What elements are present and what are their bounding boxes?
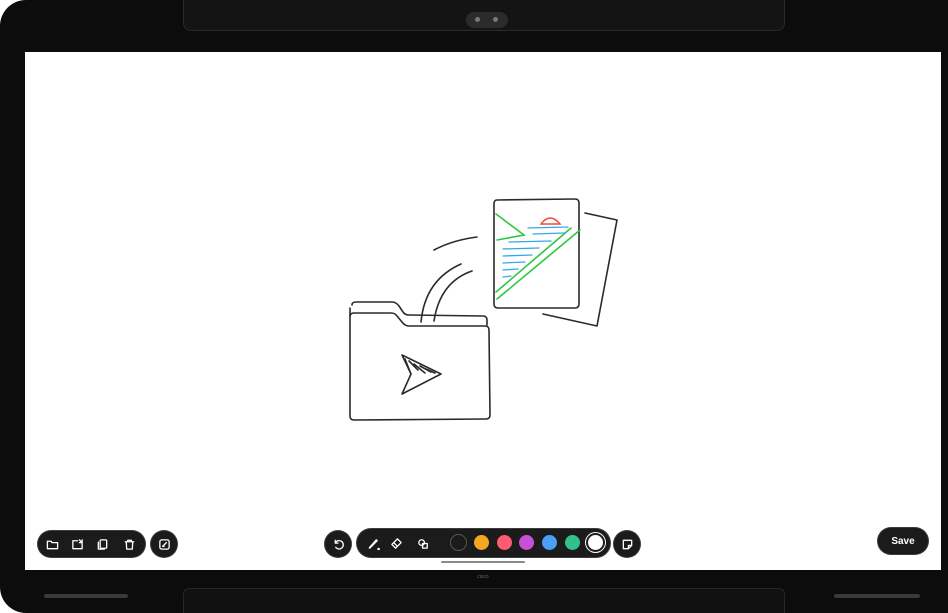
color-swatch-purple[interactable] [519, 535, 534, 550]
save-button[interactable]: Save [878, 528, 928, 554]
drawing-toolbar [357, 529, 610, 557]
bottom-bezel [183, 588, 785, 613]
sticky-note-button[interactable] [614, 531, 640, 557]
edit-page-icon [158, 538, 170, 550]
brand-logo: cisco [477, 574, 489, 580]
import-icon[interactable] [69, 536, 85, 552]
color-swatch-black[interactable] [451, 535, 466, 550]
whiteboard-canvas[interactable] [25, 52, 941, 570]
new-page-button[interactable] [151, 531, 177, 557]
sticky-note-icon [622, 539, 632, 549]
color-swatch-blue[interactable] [542, 535, 557, 550]
color-swatch-green[interactable] [565, 535, 580, 550]
color-swatch-white[interactable] [588, 535, 603, 550]
trash-icon[interactable] [121, 536, 137, 552]
undo-button[interactable] [325, 531, 351, 557]
file-toolbar [38, 531, 145, 557]
duplicate-icon[interactable] [94, 536, 110, 552]
stylus-left [44, 594, 128, 598]
device-frame: Save cisco [0, 0, 948, 613]
shapes-icon[interactable] [415, 535, 431, 551]
placeholder-illustration [349, 198, 618, 421]
camera [466, 12, 508, 28]
pen-icon[interactable] [365, 535, 381, 551]
folder-icon[interactable] [44, 536, 60, 552]
stylus-right [834, 594, 920, 598]
color-swatch-red[interactable] [497, 535, 512, 550]
undo-icon [334, 539, 344, 550]
eraser-icon[interactable] [388, 535, 404, 551]
color-swatch-orange[interactable] [474, 535, 489, 550]
home-indicator[interactable] [441, 561, 525, 563]
